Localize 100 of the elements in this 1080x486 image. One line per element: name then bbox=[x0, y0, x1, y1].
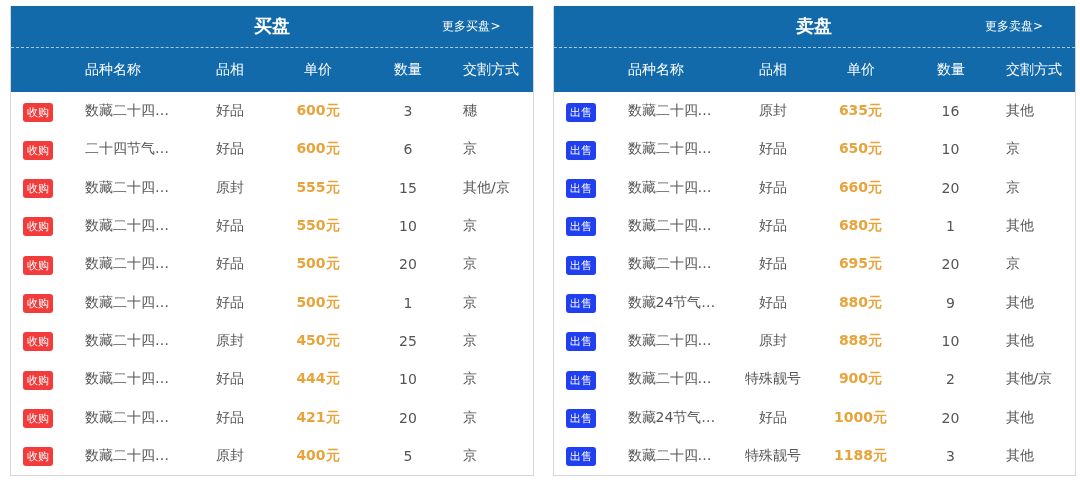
column-header: 品相 bbox=[215, 60, 245, 79]
table-cell-text: 880元 bbox=[837, 293, 884, 312]
order-type-tag: 出售 bbox=[565, 102, 596, 122]
column-header: 品种名称 bbox=[84, 60, 142, 79]
table-cell-text: 650元 bbox=[837, 140, 884, 159]
order-type-tag: 收购 bbox=[23, 332, 53, 352]
table-cell-text: 数藏二十四… bbox=[626, 446, 713, 465]
table-cell-text: 10 bbox=[940, 332, 961, 349]
table-cell-text: 900元 bbox=[837, 370, 884, 389]
table-cell-text: 好品 bbox=[757, 408, 788, 427]
order-type-tag: 收购 bbox=[23, 447, 53, 467]
table-cell-text: 400元 bbox=[295, 446, 341, 465]
table-cell-text: 16 bbox=[940, 103, 961, 119]
table-cell-text: 其他/京 bbox=[1004, 370, 1054, 389]
table-cell-text: 好品 bbox=[757, 293, 788, 312]
table-cell-text: 1 bbox=[945, 217, 956, 234]
table-cell-text: 原封 bbox=[215, 331, 245, 350]
table-cell-text: 好品 bbox=[215, 102, 245, 120]
table-cell-text: 好品 bbox=[757, 216, 788, 235]
table-cell-text: 京 bbox=[462, 408, 478, 427]
table-cell-text: 其他 bbox=[1004, 408, 1035, 427]
order-type-tag: 出售 bbox=[565, 255, 596, 275]
table-cell-text: 京 bbox=[462, 140, 478, 159]
table-cell-text: 695元 bbox=[837, 255, 884, 274]
order-type-tag: 收购 bbox=[23, 255, 53, 275]
table-cell-text: 25 bbox=[398, 332, 418, 349]
table-cell-text: 京 bbox=[1004, 178, 1021, 197]
order-type-tag: 收购 bbox=[23, 102, 53, 122]
table-cell-text: 数藏二十四… bbox=[84, 408, 170, 427]
table-cell-text: 其他 bbox=[1004, 293, 1035, 312]
column-header: 数量 bbox=[393, 60, 423, 79]
table-cell-text: 600元 bbox=[295, 140, 341, 159]
table-cell-text: 京 bbox=[462, 293, 478, 312]
table-cell-text: 3 bbox=[402, 103, 414, 119]
table-cell-text: 5 bbox=[402, 447, 414, 464]
more-link[interactable]: 更多买盘> bbox=[442, 17, 501, 35]
table-cell-text: 京 bbox=[462, 370, 478, 389]
order-type-tag: 收购 bbox=[23, 409, 53, 428]
table-cell-text: 444元 bbox=[295, 370, 341, 389]
table-cell-text: 好品 bbox=[757, 178, 788, 197]
table-cell-text: 635元 bbox=[837, 102, 884, 120]
column-header: 交割方式 bbox=[1004, 60, 1063, 79]
order-type-tag: 出售 bbox=[565, 294, 596, 314]
table-cell-text: 京 bbox=[462, 331, 478, 350]
table-cell-text: 原封 bbox=[757, 102, 788, 120]
table-cell-text: 数藏二十四… bbox=[84, 331, 170, 350]
table-cell-text: 555元 bbox=[295, 178, 341, 197]
order-type-tag: 出售 bbox=[565, 217, 596, 237]
table-cell-text: 数藏二十四… bbox=[84, 178, 170, 197]
order-type-tag: 出售 bbox=[565, 409, 596, 428]
table-cell-text: 数藏二十四… bbox=[626, 178, 713, 197]
table-cell-text: 1188元 bbox=[833, 446, 888, 465]
table-cell-text: 其他 bbox=[1004, 446, 1035, 465]
order-type-tag: 收购 bbox=[23, 294, 53, 314]
table-cell-text: 2 bbox=[945, 371, 956, 388]
table-cell-text: 1000元 bbox=[833, 408, 888, 427]
table-cell-text: 20 bbox=[940, 179, 961, 196]
order-type-tag: 出售 bbox=[565, 447, 596, 467]
table-cell-text: 数藏二十四… bbox=[626, 331, 713, 350]
table-cell-text: 原封 bbox=[215, 446, 245, 465]
table-cell-text: 京 bbox=[462, 446, 478, 465]
table-cell-text: 20 bbox=[398, 409, 418, 426]
table-cell-text: 9 bbox=[945, 294, 956, 311]
table-cell-text: 数藏二十四… bbox=[84, 102, 170, 120]
table-cell-text: 二十四节气… bbox=[84, 140, 170, 159]
table-cell-text: 500元 bbox=[295, 255, 341, 274]
order-type-tag: 收购 bbox=[23, 217, 53, 237]
panel-title: 卖盘 bbox=[796, 14, 833, 39]
table-cell-text: 421元 bbox=[295, 408, 341, 427]
table-cell-text: 特殊靓号 bbox=[743, 446, 802, 465]
table-cell-text: 10 bbox=[398, 371, 418, 388]
order-type-tag: 出售 bbox=[565, 140, 596, 160]
table-cell-text: 数藏二十四… bbox=[84, 446, 170, 465]
table-cell-text: 京 bbox=[1004, 140, 1021, 159]
table-cell-text: 500元 bbox=[295, 293, 341, 312]
table-cell-text: 550元 bbox=[295, 216, 341, 235]
order-type-tag: 出售 bbox=[565, 370, 596, 390]
panel-title: 买盘 bbox=[253, 14, 290, 39]
table-cell-text: 数藏二十四… bbox=[84, 255, 170, 274]
table-cell-text: 600元 bbox=[295, 102, 341, 120]
table-cell-text: 原封 bbox=[757, 331, 788, 350]
table-cell-text: 数藏二十四… bbox=[626, 102, 713, 120]
table-cell-text: 好品 bbox=[757, 140, 788, 159]
table-cell-text: 其他 bbox=[1004, 216, 1035, 235]
table-cell-text: 穗 bbox=[462, 102, 478, 120]
table-cell-text: 好品 bbox=[215, 370, 245, 389]
table-cell-text: 好品 bbox=[215, 140, 245, 159]
table-cell-text: 原封 bbox=[215, 178, 245, 197]
table-cell-text: 数藏24节气… bbox=[626, 293, 717, 312]
table-cell-text: 好品 bbox=[215, 408, 245, 427]
table-cell-text: 数藏二十四… bbox=[626, 140, 713, 159]
table-cell-text: 20 bbox=[940, 256, 961, 273]
more-link[interactable]: 更多卖盘> bbox=[984, 17, 1043, 35]
table-cell-text: 京 bbox=[462, 255, 478, 274]
order-type-tag: 收购 bbox=[23, 179, 53, 199]
order-type-tag: 出售 bbox=[565, 179, 596, 199]
table-cell-text: 10 bbox=[940, 141, 961, 158]
table-cell-text: 1 bbox=[402, 294, 414, 311]
table-cell-text: 660元 bbox=[837, 178, 884, 197]
table-cell-text: 京 bbox=[1004, 255, 1021, 274]
